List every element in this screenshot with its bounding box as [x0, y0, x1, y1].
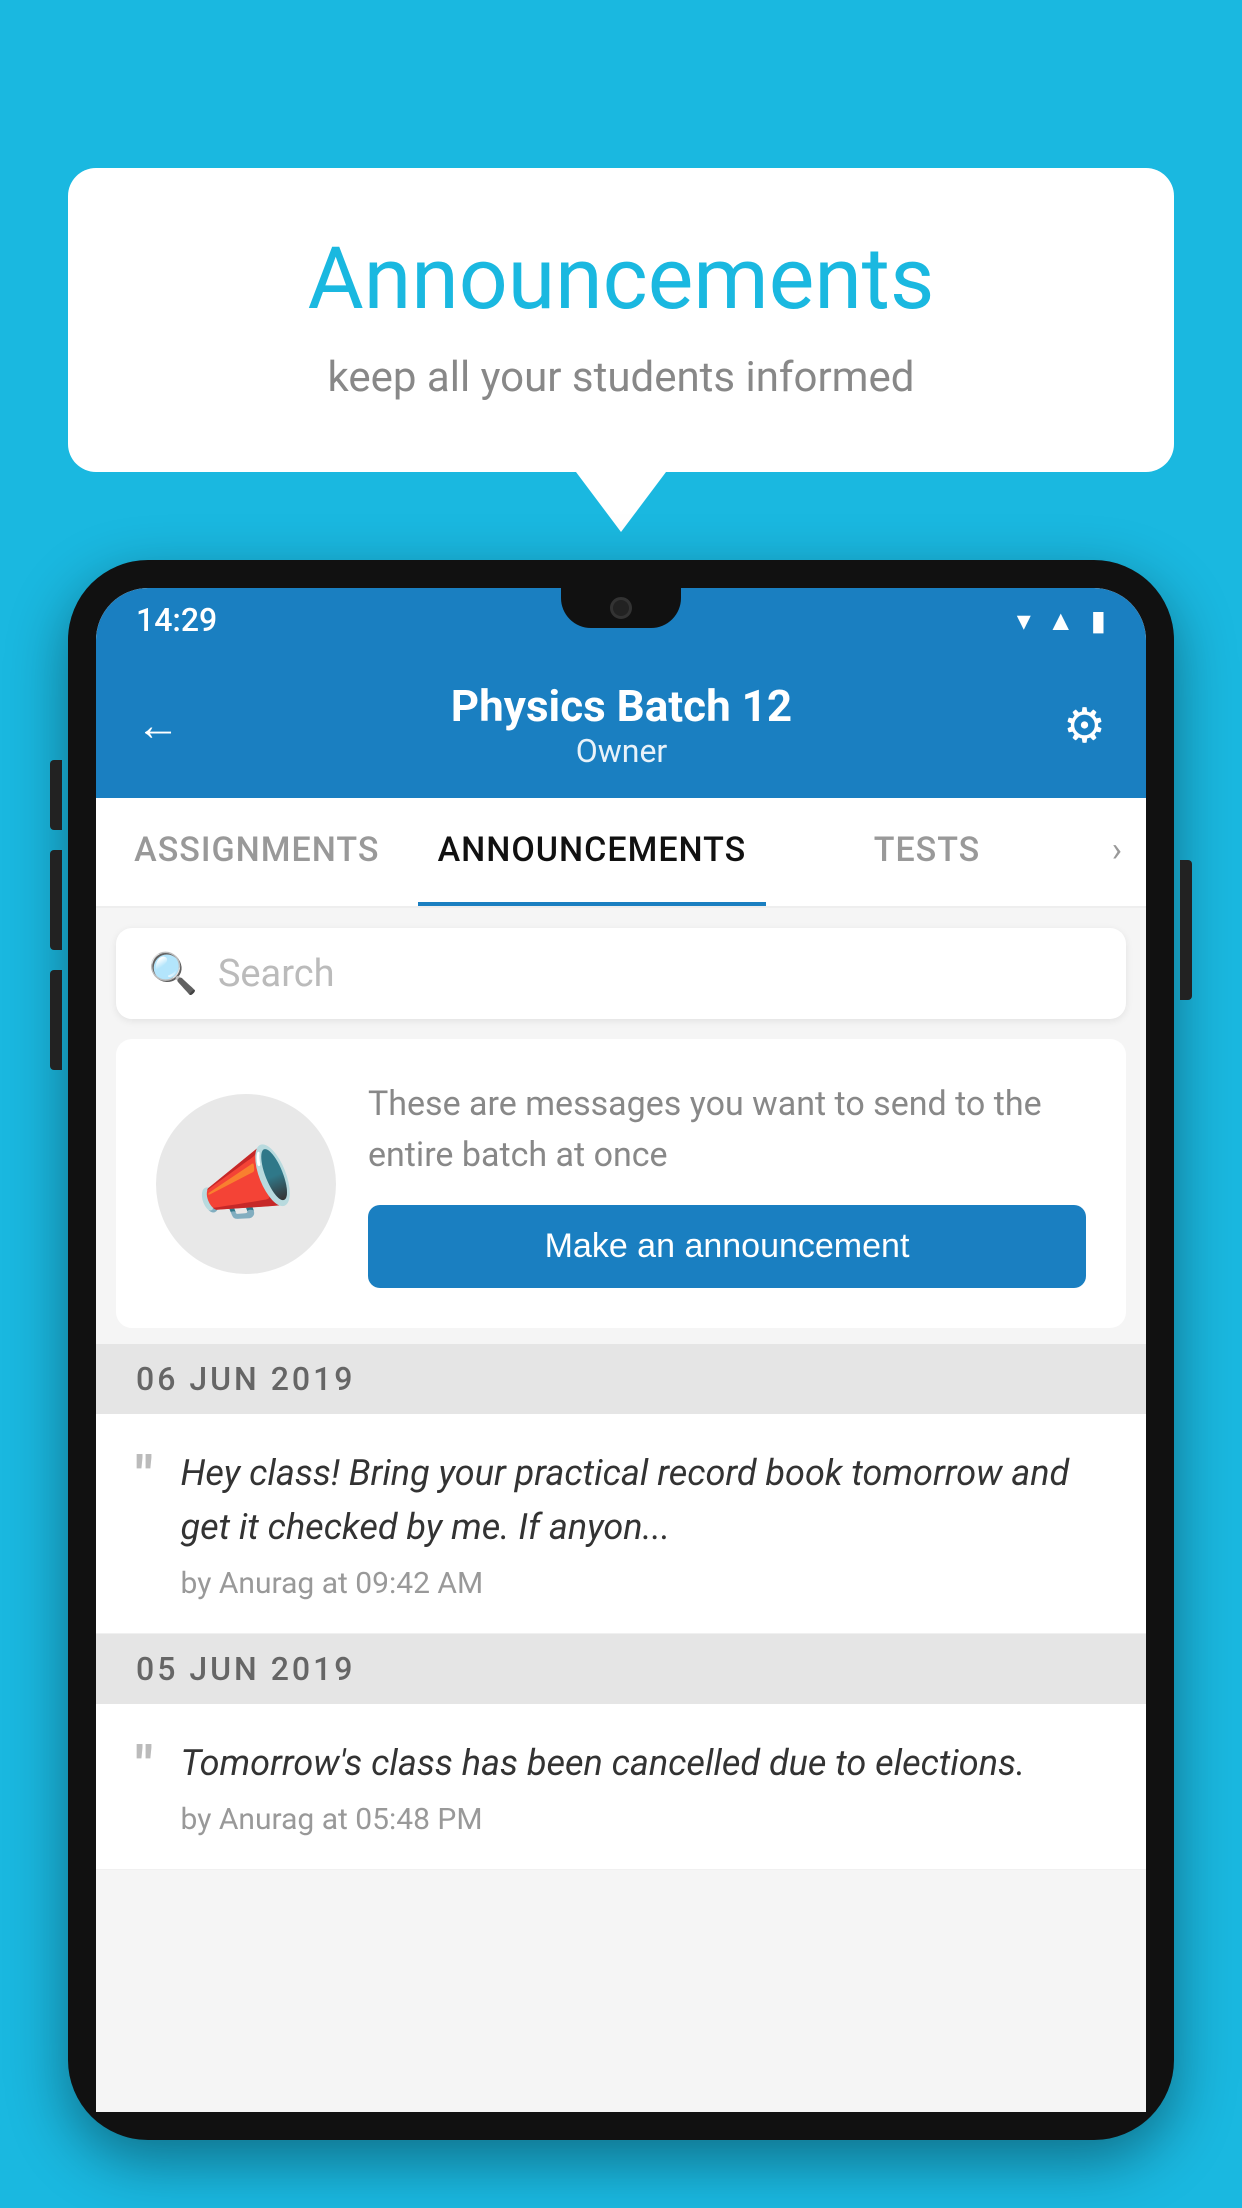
announcement-prompt: 📣 These are messages you want to send to… [116, 1039, 1126, 1328]
notch [561, 588, 681, 628]
quote-icon-1: " [136, 1450, 153, 1502]
tab-announcements[interactable]: ANNOUNCEMENTS [418, 798, 767, 906]
speech-bubble-subtitle: keep all your students informed [148, 353, 1094, 402]
announcement-text-1: Hey class! Bring your practical record b… [181, 1446, 1106, 1554]
speech-bubble-tail [573, 468, 669, 532]
header-center: Physics Batch 12 Owner [451, 680, 792, 770]
tab-more-icon[interactable]: › [1088, 798, 1146, 906]
announcement-item-2[interactable]: " Tomorrow's class has been cancelled du… [96, 1704, 1146, 1870]
date-separator-1: 06 JUN 2019 [96, 1344, 1146, 1414]
date-separator-2: 05 JUN 2019 [96, 1634, 1146, 1704]
back-button[interactable]: ← [136, 699, 180, 751]
megaphone-icon: 📣 [196, 1137, 296, 1231]
megaphone-circle: 📣 [156, 1094, 336, 1274]
status-bar: 14:29 ▾ ▲ ▮ [96, 588, 1146, 652]
wifi-icon: ▾ [1017, 604, 1031, 637]
make-announcement-button[interactable]: Make an announcement [368, 1205, 1086, 1288]
battery-icon: ▮ [1091, 604, 1106, 637]
phone-container: 14:29 ▾ ▲ ▮ ← Physics Batch 12 Owner ⚙ [68, 560, 1174, 2208]
header-title: Physics Batch 12 [451, 680, 792, 732]
phone: 14:29 ▾ ▲ ▮ ← Physics Batch 12 Owner ⚙ [68, 560, 1174, 2140]
announcement-content-2: Tomorrow's class has been cancelled due … [181, 1736, 1106, 1837]
search-icon: 🔍 [148, 950, 198, 997]
speech-bubble: Announcements keep all your students inf… [68, 168, 1174, 472]
header-subtitle: Owner [451, 732, 792, 770]
phone-screen: 14:29 ▾ ▲ ▮ ← Physics Batch 12 Owner ⚙ [96, 588, 1146, 2112]
speech-bubble-title: Announcements [148, 228, 1094, 329]
prompt-description: These are messages you want to send to t… [368, 1079, 1086, 1181]
search-placeholder: Search [218, 952, 335, 996]
speech-bubble-container: Announcements keep all your students inf… [68, 168, 1174, 472]
phone-volume-down-button [50, 850, 62, 950]
tab-assignments[interactable]: ASSIGNMENTS [96, 798, 418, 906]
settings-icon[interactable]: ⚙ [1063, 697, 1106, 754]
quote-icon-2: " [136, 1740, 153, 1792]
signal-icon: ▲ [1047, 604, 1075, 637]
announcement-content-1: Hey class! Bring your practical record b… [181, 1446, 1106, 1601]
phone-volume-up-button [50, 760, 62, 830]
tab-tests[interactable]: TESTS [766, 798, 1088, 906]
prompt-right: These are messages you want to send to t… [368, 1079, 1086, 1288]
announcement-item-1[interactable]: " Hey class! Bring your practical record… [96, 1414, 1146, 1634]
phone-power-button [1180, 860, 1192, 1000]
search-bar[interactable]: 🔍 Search [116, 928, 1126, 1019]
status-icons: ▾ ▲ ▮ [1017, 604, 1106, 637]
announcement-meta-1: by Anurag at 09:42 AM [181, 1566, 1106, 1601]
announcement-meta-2: by Anurag at 05:48 PM [181, 1802, 1106, 1837]
status-time: 14:29 [136, 601, 217, 639]
announcement-text-2: Tomorrow's class has been cancelled due … [181, 1736, 1106, 1790]
phone-silent-button [50, 970, 62, 1070]
tabs-container: ASSIGNMENTS ANNOUNCEMENTS TESTS › [96, 798, 1146, 908]
camera [610, 597, 632, 619]
app-header: ← Physics Batch 12 Owner ⚙ [96, 652, 1146, 798]
content-area: 🔍 Search 📣 These are messages you want t… [96, 928, 1146, 1870]
